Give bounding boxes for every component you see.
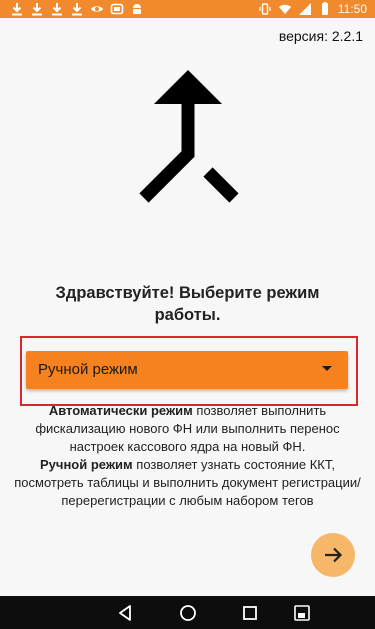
mode-select-dropdown[interactable]: Ручной режим [26,351,348,389]
arrow-right-icon [325,547,343,563]
mode-select-value: Ручной режим [38,361,138,378]
download-icon [32,3,42,16]
status-bar: 11:50 [0,0,375,18]
greeting-heading: Здравствуйте! Выберите режим работы. [55,284,320,324]
home-icon[interactable] [178,603,198,623]
screen-icon [110,3,124,15]
vibrate-icon [259,3,271,15]
back-icon[interactable] [116,603,136,623]
wifi-icon [278,4,291,14]
next-button[interactable] [311,533,355,577]
signal-icon [298,3,311,15]
system-icons: 11:50 [258,0,367,18]
battery-icon [321,2,328,15]
navigation-bar [0,596,375,629]
download-icon [12,3,22,16]
mode-description: Автоматически режим позволяет выполнить … [14,402,361,510]
android-icon [133,4,141,14]
merge-icon [139,70,239,203]
manual-mode-title: Ручной режим [40,457,133,472]
multi-window-icon[interactable] [292,603,312,623]
auto-mode-title: Автоматически режим [48,403,193,418]
download-icon [52,3,62,16]
status-time: 11:50 [337,2,367,16]
caret-down-icon [322,366,332,371]
version-label: версия: 2.2.1 [278,28,363,44]
eye-icon [91,6,103,12]
recent-apps-icon[interactable] [240,603,260,623]
notification-icons [10,2,144,16]
download-icon [72,3,82,16]
